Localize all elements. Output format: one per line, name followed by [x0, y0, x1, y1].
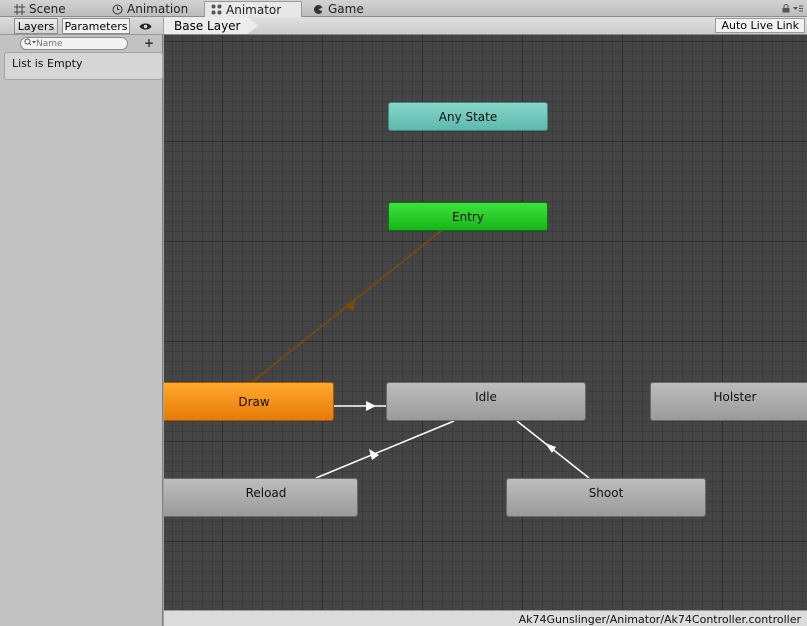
editor-tab-bar: Scene Animation Animator Game — [0, 0, 807, 17]
parameters-tab-button[interactable]: Parameters — [62, 18, 130, 34]
state-entry-label: Entry — [452, 209, 484, 224]
state-entry[interactable]: Entry — [388, 202, 548, 231]
state-shoot-label: Shoot — [588, 485, 624, 500]
state-machine-graph[interactable]: Any State Entry Draw Idle Holster Reload… — [164, 35, 807, 610]
parameter-search-input[interactable] — [36, 38, 124, 49]
state-idle[interactable]: Idle — [386, 382, 586, 421]
state-draw[interactable]: Draw — [164, 382, 334, 421]
tab-game[interactable]: Game — [307, 1, 370, 17]
breadcrumb-base-layer[interactable]: Base Layer — [164, 17, 259, 34]
breadcrumb-bar: Base Layer Auto Live Link — [164, 17, 807, 35]
state-holster[interactable]: Holster — [650, 382, 807, 421]
state-any-state[interactable]: Any State — [388, 102, 548, 131]
eye-icon[interactable] — [137, 19, 153, 33]
auto-live-link-button[interactable]: Auto Live Link — [715, 18, 805, 33]
transition-arrow-draw-idle — [366, 401, 376, 411]
parameter-search[interactable] — [20, 37, 128, 50]
state-idle-label: Idle — [475, 389, 497, 404]
left-panel-toolbar: Layers Parameters — [0, 17, 163, 35]
add-parameter-button[interactable]: + — [142, 36, 156, 50]
transition-arrow-idle-reload — [369, 449, 379, 460]
window-controls — [782, 3, 803, 16]
tab-animator-label: Animator — [226, 2, 282, 17]
tab-animation-label: Animation — [127, 2, 189, 16]
empty-list-text: List is Empty — [12, 57, 83, 70]
state-reload-label: Reload — [245, 485, 287, 500]
state-draw-label: Draw — [238, 394, 270, 409]
game-icon — [313, 4, 324, 15]
search-icon — [24, 38, 36, 50]
add-parameter-label: + — [143, 36, 155, 50]
parameter-list: List is Empty — [4, 52, 163, 80]
tab-animator[interactable]: Animator — [204, 1, 302, 17]
menu-icon[interactable] — [793, 3, 803, 16]
parameters-tab-label: Parameters — [64, 19, 128, 33]
lock-icon[interactable] — [782, 3, 790, 16]
tab-scene[interactable]: Scene — [8, 1, 72, 17]
tab-scene-label: Scene — [29, 2, 66, 16]
animator-icon — [211, 4, 222, 15]
scene-grid-icon — [14, 3, 25, 15]
left-panel: Layers Parameters + List is Empty — [0, 17, 163, 626]
state-shoot[interactable]: Shoot — [506, 478, 706, 517]
layers-tab-label: Layers — [17, 19, 55, 33]
transition-arrow-entry-draw — [346, 297, 356, 311]
state-holster-label: Holster — [713, 389, 757, 404]
transition-idle-reload[interactable] — [315, 420, 455, 479]
controller-path: Ak74Gunslinger/Animator/Ak74Controller.c… — [518, 613, 801, 626]
breadcrumb-label: Base Layer — [174, 18, 241, 33]
clock-icon — [112, 4, 123, 15]
state-any-state-label: Any State — [438, 109, 498, 124]
animator-window: Scene Animation Animator Game Layers Par… — [0, 0, 807, 626]
tab-animation[interactable]: Animation — [106, 1, 194, 17]
layers-tab-button[interactable]: Layers — [14, 18, 58, 34]
tab-game-label: Game — [328, 2, 364, 16]
state-reload[interactable]: Reload — [164, 478, 358, 517]
parameter-search-row: + — [4, 35, 161, 51]
auto-live-link-label: Auto Live Link — [721, 19, 799, 32]
status-bar: Ak74Gunslinger/Animator/Ak74Controller.c… — [164, 610, 807, 626]
